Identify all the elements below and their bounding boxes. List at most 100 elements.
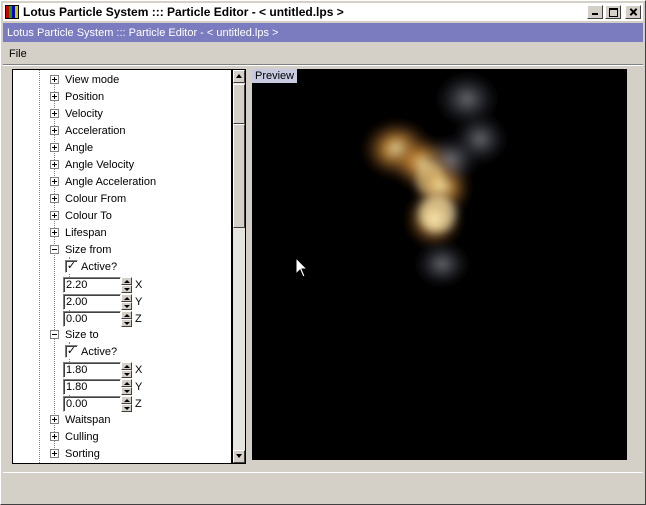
collapse-icon[interactable] (50, 330, 59, 339)
size-to-x-input[interactable]: 1.80 (63, 361, 121, 378)
size-to-active-row[interactable]: ✓ Active? (65, 343, 117, 360)
spin-up-button[interactable] (121, 395, 132, 404)
expand-icon[interactable] (50, 126, 59, 135)
size-from-x-stepper[interactable]: 2.20 X (63, 276, 142, 293)
tree-item[interactable]: View mode (50, 71, 119, 88)
size-to-y-stepper[interactable]: 1.80 Y (63, 378, 142, 395)
tree-item-label: Position (65, 90, 105, 103)
scroll-up-button[interactable] (233, 70, 245, 83)
size-to-y-input[interactable]: 1.80 (63, 378, 121, 395)
tree-item-label: Acceleration (65, 124, 126, 137)
expand-icon[interactable] (50, 415, 59, 424)
tree-item-label: View mode (65, 73, 120, 86)
expand-icon[interactable] (50, 109, 59, 118)
tree-item[interactable]: Position (50, 88, 104, 105)
spin-down-button[interactable] (121, 318, 132, 327)
tree-item[interactable]: Colour To (50, 207, 112, 224)
tree-item[interactable]: Waitspan (50, 411, 110, 428)
scroll-thumb[interactable] (233, 84, 245, 124)
tree-item-label: Lifespan (65, 226, 107, 239)
size-to-z-input[interactable]: 0.00 (63, 395, 121, 412)
tree-item-label: Angle Acceleration (65, 175, 157, 188)
spin-down-button[interactable] (121, 369, 132, 378)
tree-item[interactable]: Angle Acceleration (50, 173, 156, 190)
tree-item-label: Waitspan (65, 413, 111, 426)
window-title: Lotus Particle System ::: Particle Edito… (23, 5, 344, 19)
expand-icon[interactable] (50, 432, 59, 441)
tree-item-size-from[interactable]: Size from (50, 241, 111, 258)
spin-down-button[interactable] (121, 386, 132, 395)
tree-item-label: Angle Velocity (65, 158, 135, 171)
tree-item[interactable]: Angle (50, 139, 93, 156)
size-from-active-row[interactable]: ✓ Active? (65, 258, 117, 275)
spin-up-button[interactable] (121, 276, 132, 285)
size-from-z-input[interactable]: 0.00 (63, 310, 121, 327)
maximize-button[interactable] (605, 5, 621, 19)
size-from-active-checkbox[interactable]: ✓ (65, 260, 78, 273)
tree-item-label: Angle (65, 141, 94, 154)
tree-item[interactable]: Angle Velocity (50, 156, 134, 173)
menu-bar: File (3, 45, 643, 63)
tree-item-label: Size from (65, 243, 112, 256)
expand-icon[interactable] (50, 92, 59, 101)
scroll-thumb[interactable] (233, 124, 245, 228)
tree-item-label: Velocity (65, 107, 103, 120)
expand-icon[interactable] (50, 194, 59, 203)
document-caption: Lotus Particle System ::: Particle Edito… (3, 23, 643, 42)
menu-separator (3, 64, 643, 66)
property-tree[interactable]: View mode Position Velocity Acceleration Ang… (12, 69, 232, 464)
expand-icon[interactable] (50, 449, 59, 458)
tree-guide-line (39, 70, 40, 463)
tree-item[interactable]: Culling (50, 428, 99, 445)
spin-down-button[interactable] (121, 403, 132, 412)
spin-up-button[interactable] (121, 293, 132, 302)
status-bar (3, 472, 643, 503)
collapse-icon[interactable] (50, 245, 59, 254)
size-from-y-stepper[interactable]: 2.00 Y (63, 293, 142, 310)
spin-up-button[interactable] (121, 361, 132, 370)
axis-label-y: Y (135, 380, 143, 393)
expand-icon[interactable] (50, 160, 59, 169)
spin-up-button[interactable] (121, 378, 132, 387)
scroll-down-button[interactable] (233, 450, 245, 463)
title-bar[interactable]: Lotus Particle System ::: Particle Edito… (3, 3, 643, 21)
minimize-button[interactable] (587, 5, 603, 19)
expand-icon[interactable] (50, 211, 59, 220)
app-icon[interactable] (5, 5, 19, 19)
preview-viewport[interactable]: Preview (252, 69, 627, 460)
preview-label: Preview (252, 69, 298, 83)
tree-item[interactable]: Lifespan (50, 224, 107, 241)
expand-icon[interactable] (50, 143, 59, 152)
tree-item-size-to[interactable]: Size to (50, 326, 99, 343)
tree-item-label: Culling (65, 430, 99, 443)
tree-scrollbar[interactable] (232, 69, 246, 464)
tree-item-label: Sorting (65, 447, 100, 460)
size-from-y-input[interactable]: 2.00 (63, 293, 121, 310)
checkbox-label: Active? (81, 345, 118, 358)
axis-label-y: Y (135, 295, 143, 308)
size-to-active-checkbox[interactable]: ✓ (65, 345, 78, 358)
spin-down-button[interactable] (121, 284, 132, 293)
axis-label-x: X (135, 363, 143, 376)
tree-item[interactable]: Sorting (50, 445, 100, 462)
expand-icon[interactable] (50, 228, 59, 237)
tree-item[interactable]: Acceleration (50, 122, 126, 139)
tree-item-label: Colour To (65, 209, 112, 222)
mouse-cursor-icon (295, 257, 309, 278)
tree-item[interactable]: Colour From (50, 190, 126, 207)
size-to-z-stepper[interactable]: 0.00 Z (63, 395, 142, 412)
tree-item[interactable]: Velocity (50, 105, 103, 122)
size-to-x-stepper[interactable]: 1.80 X (63, 361, 142, 378)
axis-label-x: X (135, 278, 143, 291)
spin-down-button[interactable] (121, 301, 132, 310)
close-button[interactable] (625, 5, 641, 19)
checkbox-label: Active? (81, 260, 118, 273)
spin-up-button[interactable] (121, 310, 132, 319)
tree-item-label: Colour From (65, 192, 127, 205)
app-window: Lotus Particle System ::: Particle Edito… (0, 0, 646, 505)
expand-icon[interactable] (50, 75, 59, 84)
expand-icon[interactable] (50, 177, 59, 186)
size-from-z-stepper[interactable]: 0.00 Z (63, 310, 142, 327)
menu-file[interactable]: File (3, 48, 33, 60)
size-from-x-input[interactable]: 2.20 (63, 276, 121, 293)
